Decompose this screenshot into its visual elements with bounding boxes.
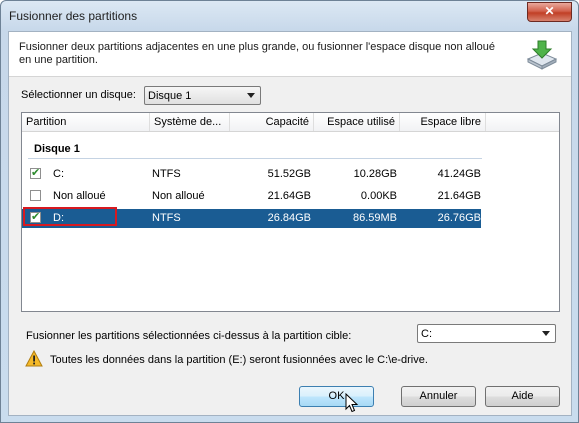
mouse-pointer-icon [345, 393, 359, 413]
ok-button[interactable]: OK [299, 386, 374, 407]
partition-free: 41.24GB [437, 168, 481, 180]
partition-list[interactable]: Partition Système de... Capacité Espace … [21, 112, 560, 312]
partition-row-c[interactable]: C: NTFS 51.52GB 10.28GB 41.24GB [22, 165, 481, 184]
partition-capacity: 51.52GB [267, 168, 311, 180]
partition-free: 21.64GB [437, 190, 481, 202]
column-header-capacity[interactable]: Capacité [230, 113, 314, 131]
partition-row-unallocated[interactable]: Non alloué Non alloué 21.64GB 0.00KB 21.… [22, 187, 481, 206]
dialog-description: Fusionner deux partitions adjacentes en … [19, 41, 496, 66]
disk-selector-value: Disque 1 [148, 90, 192, 102]
group-divider [28, 158, 482, 159]
dialog-title: Fusionner des partitions [9, 9, 138, 23]
partition-filesystem: NTFS [152, 168, 181, 180]
column-header-partition[interactable]: Partition [22, 113, 150, 131]
partition-used: 10.28GB [353, 168, 397, 180]
title-bar[interactable]: Fusionner des partitions ✕ [1, 1, 578, 31]
disk-group-label: Disque 1 [34, 143, 80, 155]
close-button[interactable]: ✕ [527, 2, 572, 22]
merge-partition-icon [526, 40, 558, 70]
partition-filesystem: NTFS [152, 212, 181, 224]
merge-partitions-dialog: Fusionner des partitions ✕ Fusionner deu… [0, 0, 579, 423]
target-partition-label: Fusionner les partitions sélectionnées c… [26, 330, 352, 342]
column-header-free[interactable]: Espace libre [400, 113, 486, 131]
partition-checkbox-unallocated[interactable] [30, 190, 41, 201]
dialog-body: Fusionner deux partitions adjacentes en … [8, 31, 572, 416]
partition-filesystem: Non alloué [152, 190, 205, 202]
partition-used: 86.59MB [352, 212, 397, 224]
partition-checkbox-c[interactable] [30, 166, 41, 179]
column-header-filesystem[interactable]: Système de... [150, 113, 230, 131]
partition-used: 0.00KB [360, 190, 397, 202]
partition-capacity: 26.84GB [267, 212, 311, 224]
column-header-bar: Partition Système de... Capacité Espace … [22, 113, 559, 132]
warning-icon [25, 350, 43, 367]
chevron-down-icon [247, 93, 255, 98]
partition-row-d[interactable]: D: NTFS 26.84GB 86.59MB 26.76GB [22, 207, 481, 228]
cancel-button[interactable]: Annuler [401, 386, 476, 407]
column-header-used[interactable]: Espace utilisé [314, 113, 400, 131]
chevron-down-icon [542, 331, 550, 336]
warning-message: Toutes les données dans la partition (E:… [50, 354, 428, 366]
partition-free: 26.76GB [437, 212, 481, 224]
target-partition-dropdown[interactable]: C: [417, 324, 556, 343]
partition-name: Non alloué [53, 190, 106, 202]
help-button[interactable]: Aide [485, 386, 560, 407]
annotation-highlight-box [23, 207, 117, 226]
header-panel: Fusionner deux partitions adjacentes en … [9, 32, 571, 77]
partition-name: C: [53, 168, 64, 180]
disk-selector-dropdown[interactable]: Disque 1 [144, 86, 261, 105]
target-partition-value: C: [421, 328, 432, 340]
disk-selector-label: Sélectionner un disque: [21, 89, 136, 101]
partition-capacity: 21.64GB [267, 190, 311, 202]
